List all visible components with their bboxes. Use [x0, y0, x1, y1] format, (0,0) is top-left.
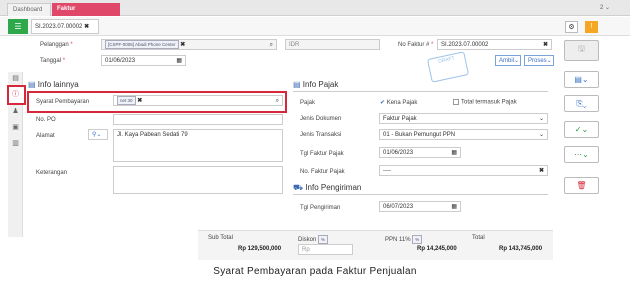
search-icon[interactable]: ⌕ — [276, 96, 279, 106]
total-value: Rp 143,745,000 — [499, 246, 543, 252]
document-icon[interactable]: ▤⌄ — [564, 71, 599, 88]
info-pengiriman-heading: ⛟ Info Pengiriman — [293, 183, 362, 192]
no-po-field[interactable] — [113, 114, 283, 125]
person-icon[interactable]: ♟ — [10, 106, 21, 117]
check-circle-icon[interactable]: ✓⌄ — [564, 121, 599, 138]
more-icon[interactable]: ⋯⌄ — [564, 146, 599, 163]
divider — [293, 194, 548, 195]
chevron-down-icon: ⌄ — [538, 132, 544, 138]
keterangan-label: Keterangan — [36, 170, 68, 176]
proses-button[interactable]: Proses⌄ — [524, 55, 554, 66]
jenis-transaksi-select[interactable]: 01 - Bukan Pemungut PPN ⌄ — [379, 129, 548, 140]
kena-pajak-checkbox[interactable]: ✔ Kena Pajak — [380, 99, 417, 106]
syarat-chip: net 30 — [117, 96, 136, 105]
tgl-faktur-pajak-field[interactable]: 01/06/2023 ▦ — [379, 147, 461, 158]
syarat-pembayaran-label: Syarat Pembayaran — [36, 99, 90, 105]
info-lainnya-heading: ▤ Info lainnya — [28, 80, 79, 89]
document-tab-label: SI.2023.07.00002 — [35, 24, 83, 30]
ppn-percent-badge[interactable]: % — [412, 235, 423, 244]
tab-faktur-penjualan[interactable]: Faktur Penjualan✖ — [52, 3, 120, 25]
info-pajak-heading: ▤ Info Pajak — [293, 80, 339, 89]
tab-dashboard[interactable]: Dashboard — [7, 3, 51, 16]
divider — [293, 91, 548, 92]
info-icon[interactable]: ⓘ — [10, 89, 21, 100]
trash-icon[interactable]: 🗑 — [564, 177, 599, 194]
total-label: Total — [472, 235, 485, 241]
alamat-field[interactable]: Jl. Kaya Pabean Sedati 79 — [113, 129, 283, 162]
draft-stamp: DRAFT — [426, 51, 470, 83]
menu-list-icon[interactable]: ☰ — [8, 19, 28, 34]
tgl-pengiriman-field[interactable]: 06/07/2023 ▦ — [379, 201, 461, 212]
tanggal-label: Tanggal * — [40, 58, 66, 64]
version-badge: 2 ⌄ — [599, 5, 610, 11]
alamat-label: Alamat — [36, 133, 55, 139]
calendar-icon: ▦ — [451, 204, 457, 210]
no-po-label: No. PO — [36, 117, 56, 123]
document-icon[interactable]: ▤ — [10, 73, 21, 84]
calendar-icon: ▦ — [451, 150, 457, 156]
total-termasuk-pajak-checkbox[interactable]: Total termasuk Pajak — [453, 99, 517, 106]
ambil-button[interactable]: Ambil⌄ — [495, 55, 521, 66]
gear-icon[interactable]: ⚙ — [565, 21, 578, 33]
pelanggan-label: Pelanggan * — [40, 42, 73, 48]
ppn-label: PPN 11% % — [385, 235, 423, 244]
jenis-transaksi-label: Jenis Transaksi — [300, 132, 342, 138]
pelanggan-chip: [CSPF-0005] Abadi Phone Center — [105, 40, 179, 49]
close-icon[interactable]: ✖ — [84, 24, 89, 30]
search-icon[interactable]: ⌕ — [270, 40, 273, 50]
calendar-icon[interactable]: ▦ — [176, 56, 182, 66]
diskon-label: Diskon % — [298, 235, 329, 244]
warning-icon[interactable]: ! — [585, 21, 598, 33]
figure-caption: Syarat Pembayaran pada Faktur Penjualan — [213, 266, 417, 277]
jenis-dokumen-select[interactable]: Faktur Pajak ⌄ — [379, 113, 548, 124]
tanggal-field[interactable]: 01/06/2023 ▦ — [101, 55, 186, 66]
diskon-percent-badge[interactable]: % — [318, 235, 329, 244]
subtotal-value: Rp 129,500,000 — [238, 246, 282, 252]
ppn-value: Rp 14,245,000 — [417, 246, 457, 252]
pajak-label: Pajak — [300, 100, 316, 106]
no-faktur-label: No Faktur # * — [398, 42, 434, 48]
no-faktur-pajak-label: No. Faktur Pajak — [300, 169, 345, 175]
no-faktur-pajak-field[interactable]: ---- ✖ — [379, 165, 548, 176]
subtotal-label: Sub Total — [208, 235, 233, 241]
document-tab[interactable]: SI.2023.07.00002 ✖ — [31, 19, 99, 34]
currency-field: IDR — [285, 39, 380, 50]
paperclip-icon[interactable]: ⎘⌄ — [564, 95, 599, 112]
truck-icon: ⛟ — [293, 183, 304, 192]
diskon-field[interactable]: Rp — [298, 244, 353, 255]
totals-footer — [198, 230, 553, 260]
file-icon[interactable]: ▥ — [10, 138, 21, 149]
jenis-dokumen-label: Jenis Dokumen — [300, 116, 342, 122]
tgl-faktur-pajak-label: Tgl Faktur Pajak — [300, 151, 344, 157]
chevron-down-icon: ⌄ — [538, 116, 544, 122]
save-icon[interactable]: 🖫 — [564, 40, 599, 61]
document-icon: ▤ — [28, 80, 36, 89]
no-faktur-field[interactable]: SI.2023.07.00002 ✖ — [437, 39, 552, 50]
syarat-pembayaran-field[interactable]: net 30 ✖ ⌕ — [113, 95, 283, 106]
keterangan-field[interactable] — [113, 166, 283, 194]
document-icon: ▤ — [293, 80, 301, 89]
pelanggan-field[interactable]: [CSPF-0005] Abadi Phone Center ✖ ⌕ — [101, 39, 277, 50]
tgl-pengiriman-label: Tgl Pengiriman — [300, 205, 341, 211]
image-icon[interactable]: ▣ — [10, 122, 21, 133]
check-icon: ✔ — [380, 100, 386, 106]
location-pin-icon[interactable]: ⚲⌄ — [88, 129, 108, 140]
